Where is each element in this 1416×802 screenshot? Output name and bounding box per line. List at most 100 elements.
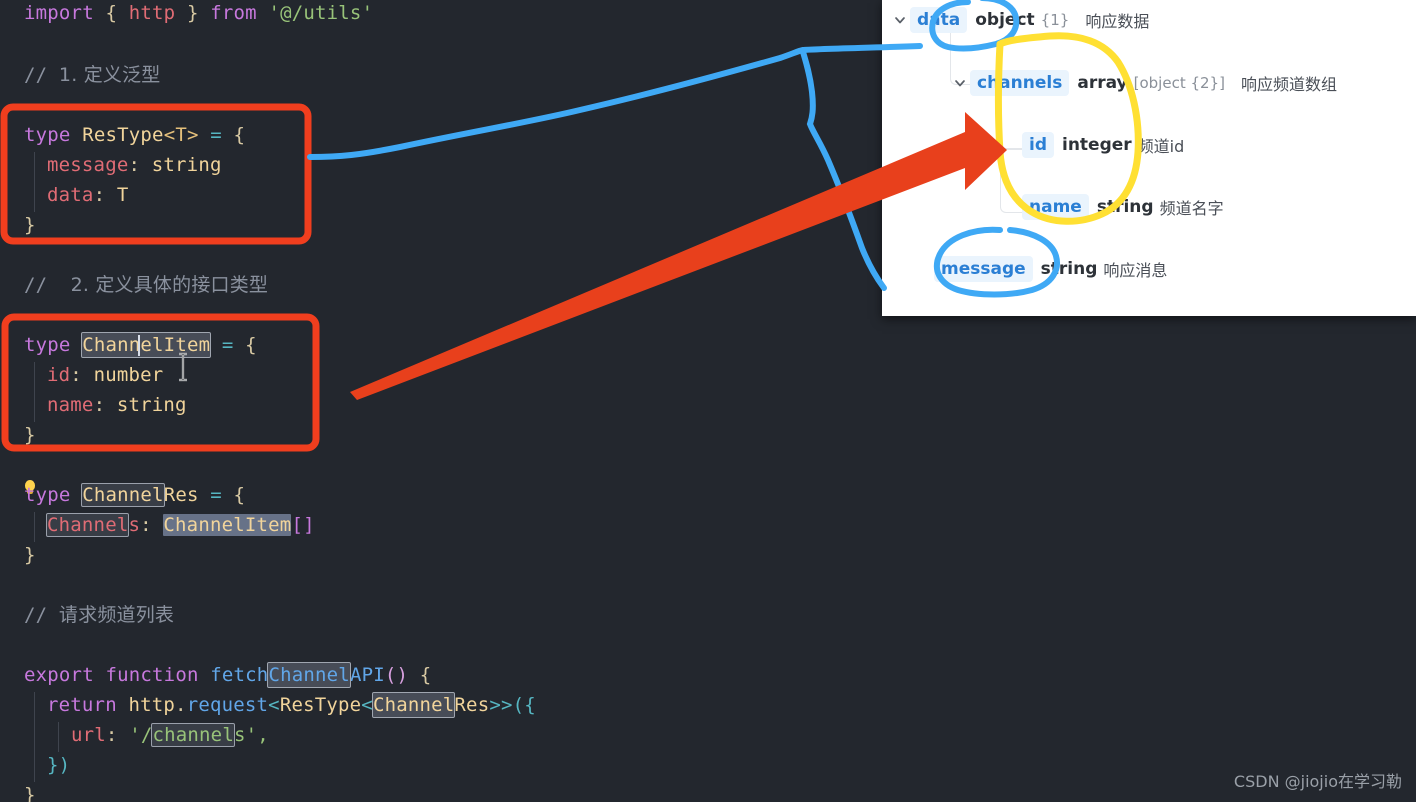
api-field-desc: 响应消息 (1103, 257, 1167, 281)
token-generic-res-suffix: Res (454, 694, 489, 716)
code-line-close-obj[interactable]: }) (47, 750, 70, 780)
code-line-restype-close[interactable]: } (24, 210, 36, 240)
code-line-channelitem-name[interactable]: name: string (47, 390, 187, 420)
api-field-name[interactable]: data (910, 7, 967, 33)
token-colon-6: : (106, 724, 118, 746)
token-str-q1: '/ (129, 724, 152, 746)
code-line-restype-message[interactable]: message: string (47, 150, 222, 180)
token-open-paren-brace: ({ (513, 694, 536, 716)
token-gt2: >> (489, 694, 512, 716)
indent-guide-4 (34, 692, 35, 782)
token-keyword-from: from (210, 2, 257, 24)
token-colon-2: : (94, 184, 106, 206)
code-line-export-function[interactable]: export function fetchChannelAPI() { (24, 660, 431, 690)
watermark: CSDN @jiojio在学习勒 (1234, 768, 1402, 792)
api-field-name[interactable]: message (934, 256, 1033, 282)
api-row-id[interactable]: id integer 频道id (1022, 132, 1184, 158)
api-row-message[interactable]: message string 响应消息 (934, 256, 1167, 282)
token-comment-text-1: 1. 定义泛型 (59, 64, 161, 86)
token-brace-close-1: } (24, 214, 36, 236)
code-line-channelres-channels[interactable]: Channels: ChannelItem[] (47, 510, 315, 540)
api-field-meta: {1} (1041, 11, 1070, 29)
code-line-comment-1[interactable]: // 1. 定义泛型 (24, 60, 161, 90)
token-prop-url: url (71, 724, 106, 746)
token-prop-name: name (47, 394, 94, 416)
token-name-channelitem[interactable]: ChannelItem (82, 333, 210, 357)
token-brace-close-3: } (24, 544, 36, 566)
token-brace-open-1: { (234, 124, 246, 146)
token-comment-slashes-2: // (24, 274, 47, 296)
code-line-return-request[interactable]: return http.request<ResType<ChannelRes>>… (47, 690, 536, 720)
token-brace-open-2: { (245, 334, 257, 356)
api-row-name[interactable]: name string 频道名字 (1022, 194, 1224, 220)
api-field-type: object (975, 10, 1034, 30)
api-field-type: array (1077, 73, 1127, 93)
token-fn-suffix: API (350, 664, 385, 686)
token-fn-prefix: fetch (210, 664, 268, 686)
code-line-channelitem-open[interactable]: type ChannelItem = { (24, 330, 257, 360)
code-line-comment-3[interactable]: // 请求频道列表 (24, 600, 174, 630)
token-equals-3: = (210, 484, 222, 506)
code-line-channelitem-close[interactable]: } (24, 420, 36, 450)
token-brace-open-3: { (234, 484, 246, 506)
token-type-number: number (94, 364, 164, 386)
token-lt-2: < (361, 694, 373, 716)
api-field-desc: 频道id (1138, 133, 1185, 157)
token-occurrence-channel-1[interactable]: Channel (82, 484, 163, 506)
code-line-import[interactable]: import { http } from '@/utils' (24, 0, 373, 28)
token-string-utils: '@/utils' (268, 2, 373, 24)
api-field-name[interactable]: name (1022, 194, 1089, 220)
token-occurrence-channel-2[interactable]: Channel (47, 514, 128, 536)
code-line-comment-2[interactable]: // 2. 定义具体的接口类型 (24, 270, 268, 300)
token-colon-4: : (94, 394, 106, 416)
code-line-restype-open[interactable]: type ResType<T> = { (24, 120, 245, 150)
indent-guide-1 (34, 152, 35, 212)
token-keyword-import: import (24, 2, 94, 24)
token-occurrence-channel-5[interactable]: channel (152, 724, 233, 746)
token-brace-close: } (175, 2, 210, 24)
api-field-desc: 响应频道数组 (1241, 71, 1337, 95)
token-prop-message: message (47, 154, 128, 176)
token-str-rest: s (234, 724, 246, 746)
token-occurrence-channel-4[interactable]: Channel (373, 693, 454, 717)
api-row-data[interactable]: data object {1} 响应数据 (890, 7, 1149, 33)
token-array-brackets: [] (291, 514, 314, 536)
chevron-down-icon[interactable] (890, 10, 910, 30)
token-keyword-type-2: type (24, 334, 71, 356)
token-occurrence-channel-3[interactable]: Channel (268, 663, 349, 687)
token-colon-3: : (70, 364, 82, 386)
api-field-type: string (1097, 197, 1154, 217)
indent-guide-3 (34, 512, 35, 542)
token-name-restype: ResType (82, 124, 163, 146)
token-name-channelitem-text: ChannelItem (82, 334, 210, 356)
api-schema-panel[interactable]: data object {1} 响应数据 channels array [obj… (882, 0, 1416, 316)
code-line-channelres-close[interactable]: } (24, 540, 36, 570)
code-line-restype-data[interactable]: data: T (47, 180, 128, 210)
token-brace-open: { (94, 2, 129, 24)
i-beam-cursor-icon (177, 352, 189, 378)
token-equals-1: = (210, 124, 222, 146)
token-name-res-suffix: Res (164, 484, 199, 506)
token-colon-1: : (128, 154, 140, 176)
token-generic-t: <T> (164, 124, 199, 146)
token-str-q2: ', (246, 724, 269, 746)
code-line-fn-close[interactable]: } (24, 780, 36, 802)
code-line-channelres-open[interactable]: type ChannelRes = { (24, 480, 245, 510)
indent-guide-5 (58, 722, 59, 752)
token-comment-slashes: // (24, 64, 47, 86)
token-type-channelitem-sel[interactable]: ChannelItem (163, 514, 291, 536)
token-type-string-2: string (117, 394, 187, 416)
code-line-channelitem-id[interactable]: id: number (47, 360, 163, 390)
chevron-down-icon[interactable] (950, 73, 970, 93)
api-field-desc: 频道名字 (1160, 195, 1224, 219)
token-type-T: T (117, 184, 129, 206)
api-field-name[interactable]: channels (970, 70, 1069, 96)
api-field-name[interactable]: id (1022, 132, 1054, 158)
token-prop-id: id (47, 364, 70, 386)
token-method-request: request (187, 694, 268, 716)
token-prop-channels-s: s (128, 514, 140, 536)
screenshot-root: import { http } from '@/utils' // 1. 定义泛… (0, 0, 1416, 802)
code-line-url[interactable]: url: '/channels', (71, 720, 269, 750)
api-row-channels[interactable]: channels array [object {2}] 响应频道数组 (950, 70, 1337, 96)
token-lt-1: < (268, 694, 280, 716)
